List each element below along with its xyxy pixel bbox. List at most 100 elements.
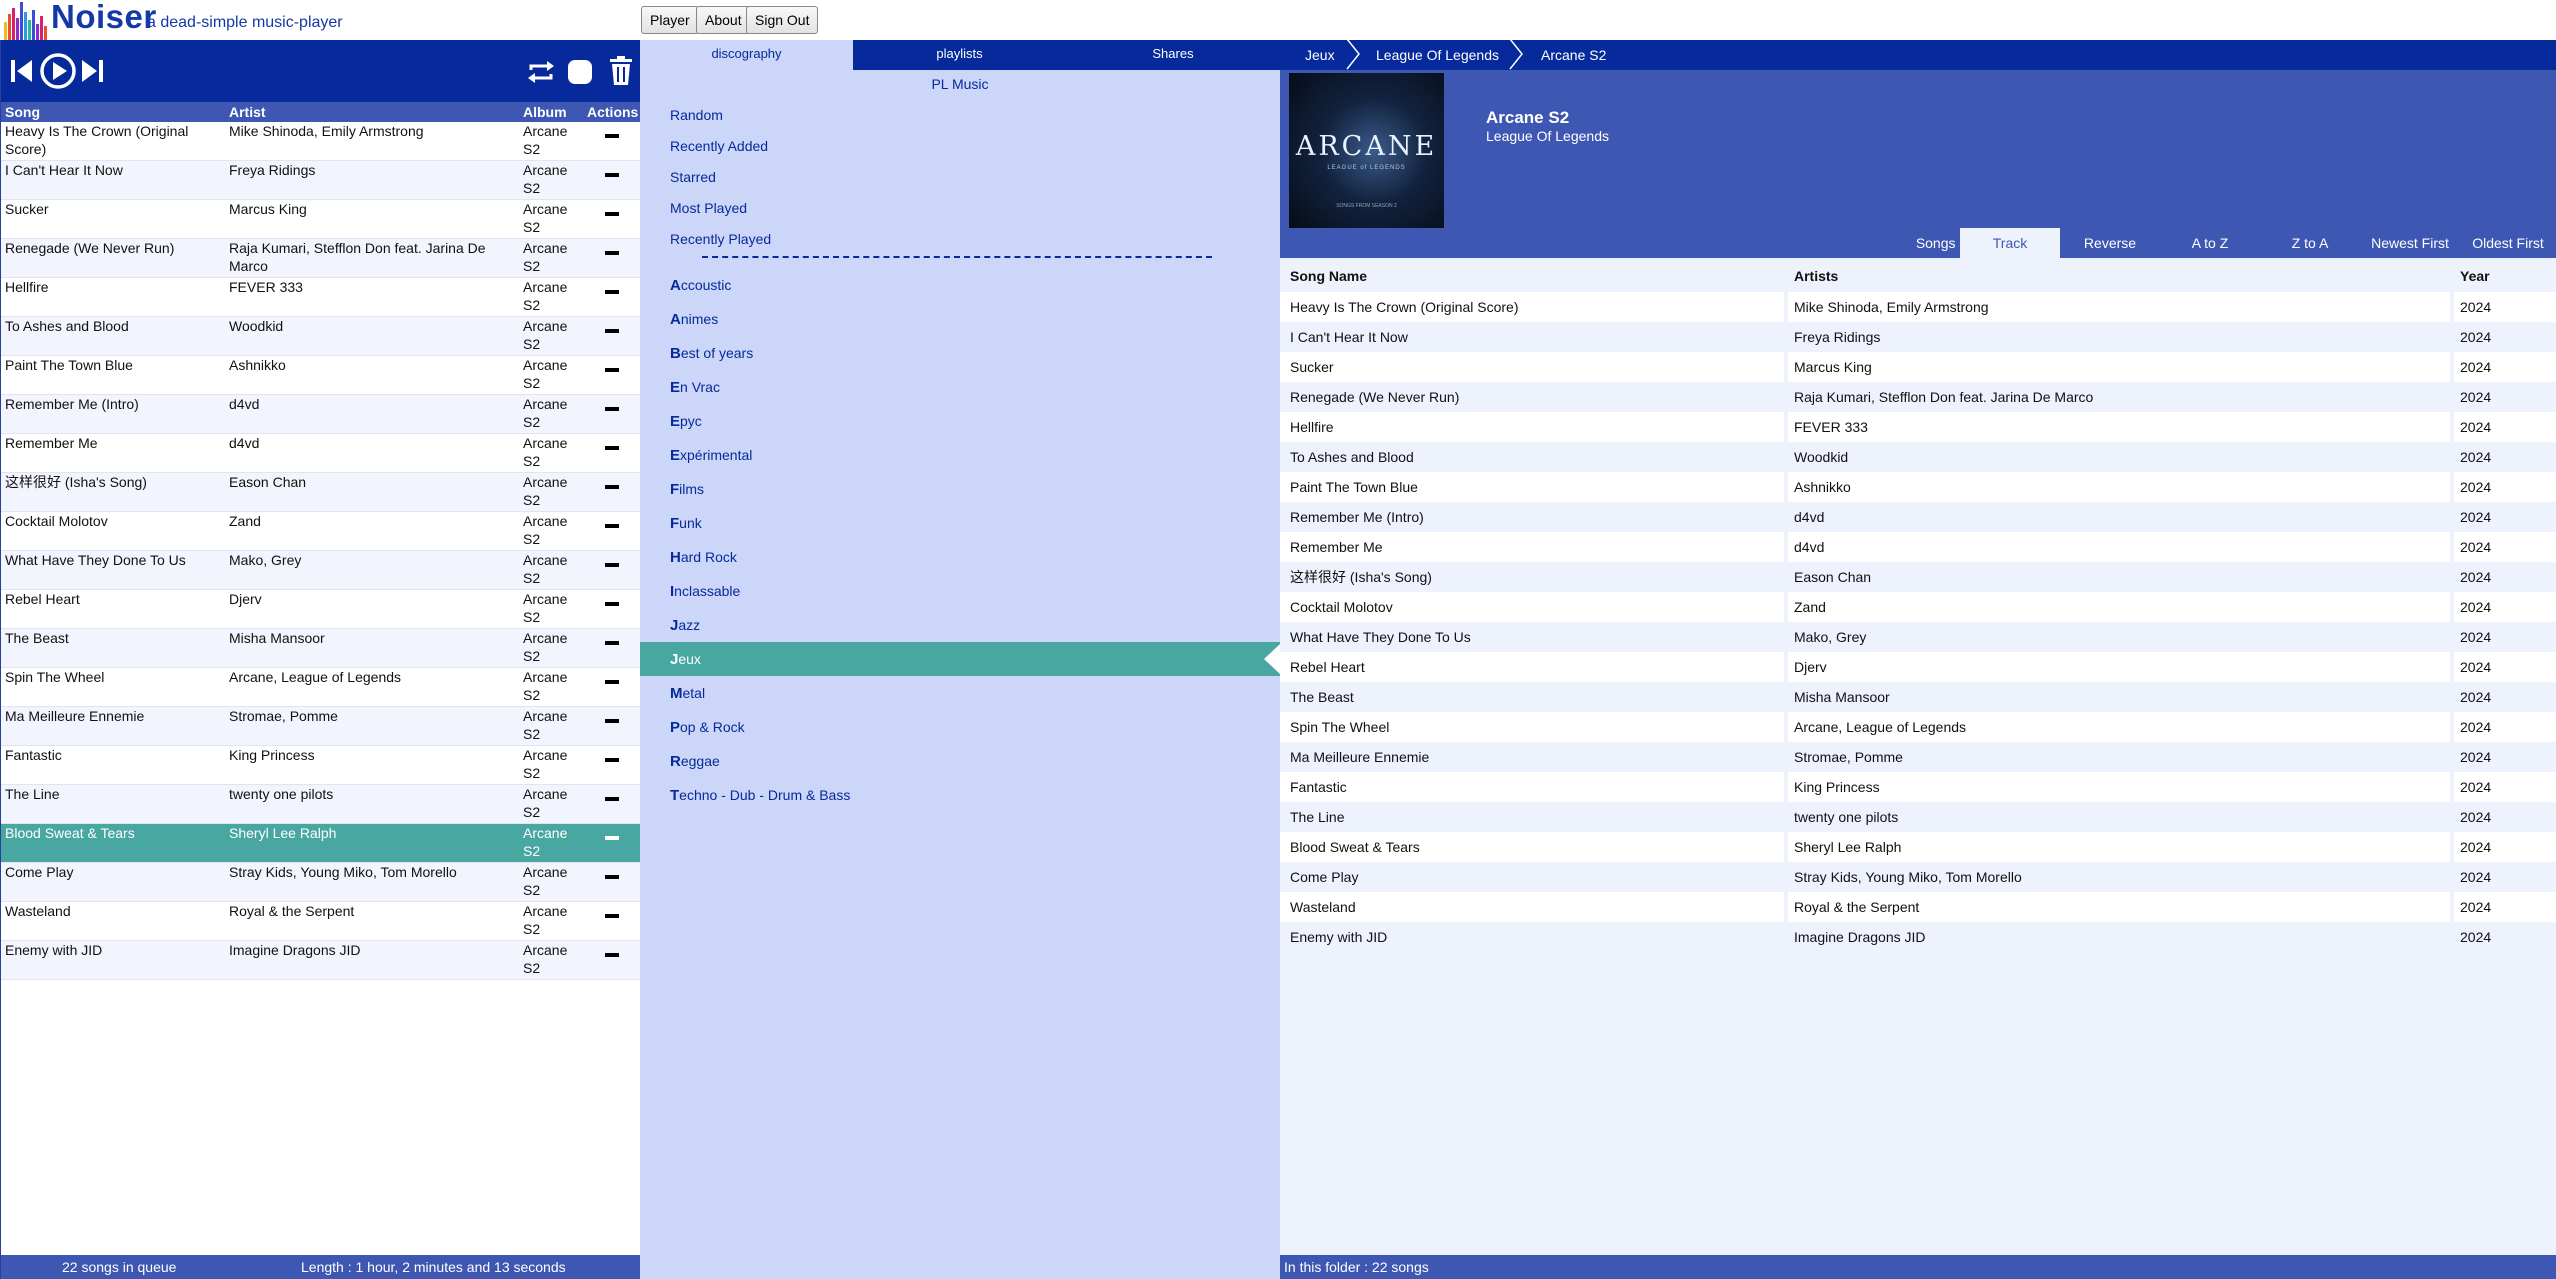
app-logo[interactable]: Noiser bbox=[2, 0, 156, 40]
track-row[interactable]: The Line twenty one pilots 2024 bbox=[1280, 802, 2556, 832]
playlist-random[interactable]: Random bbox=[670, 107, 771, 138]
track-artist[interactable]: Stromae, Pomme bbox=[1794, 742, 1903, 772]
remove-icon[interactable] bbox=[605, 836, 619, 840]
queue-row[interactable]: Cocktail Molotov Zand Arcane S2 bbox=[1, 512, 641, 551]
track-artist[interactable]: Marcus King bbox=[1794, 352, 1872, 382]
track-artist[interactable]: Mako, Grey bbox=[1794, 622, 1866, 652]
track-row[interactable]: Come Play Stray Kids, Young Miko, Tom Mor… bbox=[1280, 862, 2556, 892]
track-artist[interactable]: Zand bbox=[1794, 592, 1826, 622]
folder-item[interactable]: Techno - Dub - Drum & Bass bbox=[640, 778, 1280, 812]
track-row[interactable]: Fantastic King Princess 2024 bbox=[1280, 772, 2556, 802]
track-row[interactable]: Ma Meilleure Ennemie Stromae, Pomme 2024 bbox=[1280, 742, 2556, 772]
queue-row[interactable]: Come Play Stray Kids, Young Miko, Tom Mor… bbox=[1, 863, 641, 902]
remove-icon[interactable] bbox=[605, 875, 619, 879]
track-artist[interactable]: Sheryl Lee Ralph bbox=[1794, 832, 1901, 862]
remove-icon[interactable] bbox=[605, 680, 619, 684]
track-row[interactable]: What Have They Done To Us Mako, Grey 2024 bbox=[1280, 622, 2556, 652]
breadcrumb-item[interactable]: Arcane S2 bbox=[1541, 47, 1606, 63]
about-button[interactable]: About bbox=[696, 6, 751, 34]
track-artist[interactable]: Mike Shinoda, Emily Armstrong bbox=[1794, 292, 1989, 322]
remove-icon[interactable] bbox=[605, 251, 619, 255]
track-row[interactable]: Wasteland Royal & the Serpent 2024 bbox=[1280, 892, 2556, 922]
stop-icon[interactable] bbox=[567, 59, 593, 85]
sort-reverse[interactable]: Reverse bbox=[2060, 228, 2160, 258]
track-row[interactable]: Remember Me (Intro) d4vd 2024 bbox=[1280, 502, 2556, 532]
track-artist[interactable]: d4vd bbox=[1794, 532, 1824, 562]
column-artists[interactable]: Artists bbox=[1794, 268, 1838, 284]
track-row[interactable]: Hellfire FEVER 333 2024 bbox=[1280, 412, 2556, 442]
play-icon[interactable] bbox=[39, 52, 77, 90]
remove-icon[interactable] bbox=[605, 719, 619, 723]
queue-row[interactable]: To Ashes and Blood Woodkid Arcane S2 bbox=[1, 317, 641, 356]
queue-row[interactable]: I Can't Hear It Now Freya Ridings Arcane S… bbox=[1, 161, 641, 200]
track-artist[interactable]: Imagine Dragons JID bbox=[1794, 922, 1926, 952]
track-artist[interactable]: d4vd bbox=[1794, 502, 1824, 532]
folder-item[interactable]: Pop & Rock bbox=[640, 710, 1280, 744]
playlist-most-played[interactable]: Most Played bbox=[670, 200, 771, 231]
playlist-starred[interactable]: Starred bbox=[670, 169, 771, 200]
queue-row[interactable]: The Line twenty one pilots Arcane S2 bbox=[1, 785, 641, 824]
queue-row[interactable]: Wasteland Royal & the Serpent Arcane S2 bbox=[1, 902, 641, 941]
queue-row[interactable]: Fantastic King Princess Arcane S2 bbox=[1, 746, 641, 785]
folder-item[interactable]: Animes bbox=[640, 302, 1280, 336]
folder-item[interactable]: En Vrac bbox=[640, 370, 1280, 404]
skip-previous-icon[interactable] bbox=[10, 58, 34, 84]
queue-row[interactable]: Hellfire FEVER 333 Arcane S2 bbox=[1, 278, 641, 317]
queue-row[interactable]: Paint The Town Blue Ashnikko Arcane S2 bbox=[1, 356, 641, 395]
folder-item[interactable]: Hard Rock bbox=[640, 540, 1280, 574]
remove-icon[interactable] bbox=[605, 407, 619, 411]
sort-newest-first[interactable]: Newest First bbox=[2360, 228, 2460, 258]
track-artist[interactable]: Freya Ridings bbox=[1794, 322, 1880, 352]
folder-item[interactable]: Expérimental bbox=[640, 438, 1280, 472]
remove-icon[interactable] bbox=[605, 602, 619, 606]
player-button[interactable]: Player bbox=[641, 6, 699, 34]
track-artist[interactable]: Royal & the Serpent bbox=[1794, 892, 1919, 922]
track-row[interactable]: To Ashes and Blood Woodkid 2024 bbox=[1280, 442, 2556, 472]
queue-row[interactable]: Spin The Wheel Arcane, League of Legends A… bbox=[1, 668, 641, 707]
skip-next-icon[interactable] bbox=[80, 58, 104, 84]
queue-row[interactable]: What Have They Done To Us Mako, Grey Arcan… bbox=[1, 551, 641, 590]
folder-item[interactable]: Inclassable bbox=[640, 574, 1280, 608]
remove-icon[interactable] bbox=[605, 953, 619, 957]
track-artist[interactable]: Stray Kids, Young Miko, Tom Morello bbox=[1794, 862, 2022, 892]
track-artist[interactable]: Arcane, League of Legends bbox=[1794, 712, 1966, 742]
column-album[interactable]: Album bbox=[523, 104, 567, 120]
queue-row[interactable]: Renegade (We Never Run) Raja Kumari, Stef… bbox=[1, 239, 641, 278]
trash-icon[interactable] bbox=[609, 56, 633, 86]
tab-shares[interactable]: Shares bbox=[1066, 40, 1280, 70]
track-artist[interactable]: Ashnikko bbox=[1794, 472, 1851, 502]
remove-icon[interactable] bbox=[605, 563, 619, 567]
track-artist[interactable]: Djerv bbox=[1794, 652, 1827, 682]
track-artist[interactable]: twenty one pilots bbox=[1794, 802, 1898, 832]
folder-item[interactable]: Best of years bbox=[640, 336, 1280, 370]
breadcrumb-item[interactable]: Jeux bbox=[1305, 47, 1335, 63]
queue-row[interactable]: Ma Meilleure Ennemie Stromae, Pomme Arcane… bbox=[1, 707, 641, 746]
track-row[interactable]: Blood Sweat & Tears Sheryl Lee Ralph 2024 bbox=[1280, 832, 2556, 862]
track-row[interactable]: Paint The Town Blue Ashnikko 2024 bbox=[1280, 472, 2556, 502]
track-artist[interactable]: Misha Mansoor bbox=[1794, 682, 1890, 712]
remove-icon[interactable] bbox=[605, 290, 619, 294]
track-artist[interactable]: Eason Chan bbox=[1794, 562, 1871, 592]
track-row[interactable]: Cocktail Molotov Zand 2024 bbox=[1280, 592, 2556, 622]
remove-icon[interactable] bbox=[605, 797, 619, 801]
sort-oldest-first[interactable]: Oldest First bbox=[2460, 228, 2556, 258]
folder-item[interactable]: Reggae bbox=[640, 744, 1280, 778]
track-artist[interactable]: Woodkid bbox=[1794, 442, 1848, 472]
queue-row[interactable]: Sucker Marcus King Arcane S2 bbox=[1, 200, 641, 239]
folder-item[interactable]: Metal bbox=[640, 676, 1280, 710]
repeat-icon[interactable] bbox=[527, 60, 555, 84]
tab-discography[interactable]: discography bbox=[640, 40, 853, 70]
column-artist[interactable]: Artist bbox=[229, 104, 266, 120]
track-row[interactable]: Renegade (We Never Run) Raja Kumari, Stef… bbox=[1280, 382, 2556, 412]
folder-item[interactable]: Accoustic bbox=[640, 268, 1280, 302]
folder-item[interactable]: Jeux bbox=[640, 642, 1280, 676]
remove-icon[interactable] bbox=[605, 173, 619, 177]
queue-row[interactable]: 这样很好 (Isha's Song) Eason Chan Arcane S2 bbox=[1, 473, 641, 512]
remove-icon[interactable] bbox=[605, 485, 619, 489]
column-song-name[interactable]: Song Name bbox=[1290, 268, 1367, 284]
queue-row[interactable]: Blood Sweat & Tears Sheryl Lee Ralph Arcan… bbox=[1, 824, 641, 863]
folder-item[interactable]: Funk bbox=[640, 506, 1280, 540]
sort-z-to-a[interactable]: Z to A bbox=[2260, 228, 2360, 258]
track-row[interactable]: 这样很好 (Isha's Song) Eason Chan 2024 bbox=[1280, 562, 2556, 592]
sort-a-to-z[interactable]: A to Z bbox=[2160, 228, 2260, 258]
